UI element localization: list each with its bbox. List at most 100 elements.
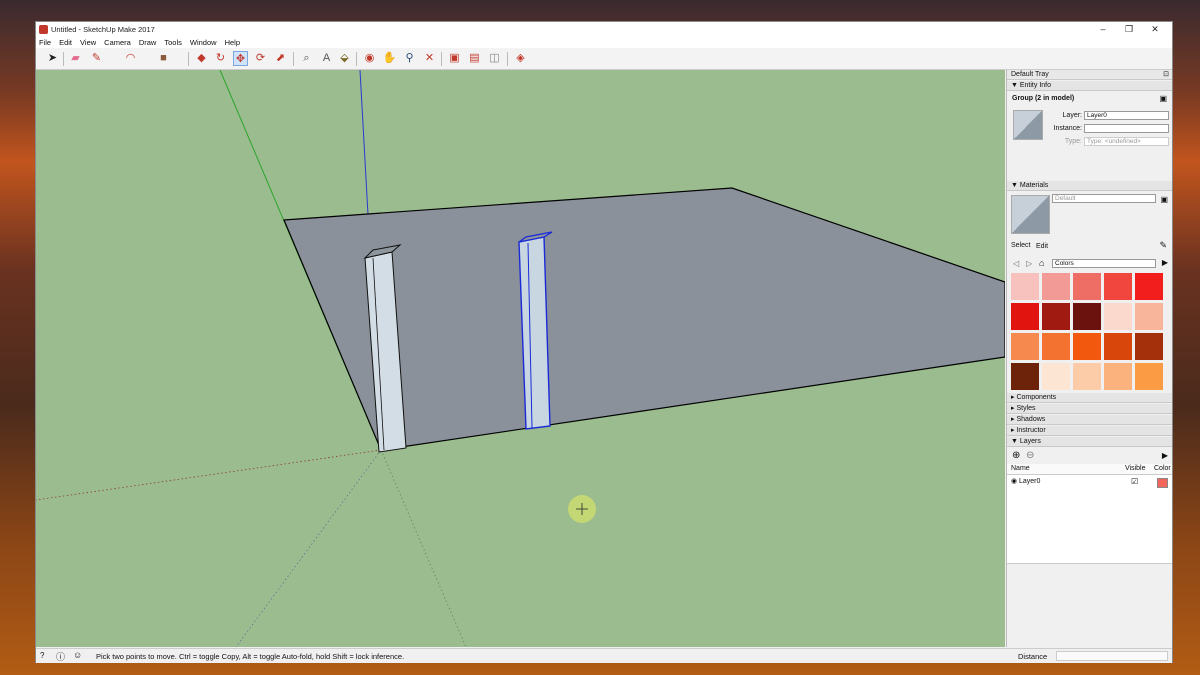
material-swatch[interactable] [1011, 303, 1039, 330]
collapse-icon: ▼ [1011, 438, 1020, 445]
help-icon[interactable]: ? [40, 651, 44, 660]
title-bar: Untitled - SketchUp Make 2017 – ❐ ✕ [36, 22, 1172, 37]
layers-col-visible[interactable]: Visible [1125, 465, 1146, 472]
material-swatch[interactable] [1135, 303, 1163, 330]
select-icon[interactable]: ➤ [45, 51, 60, 66]
menu-file[interactable]: File [39, 37, 51, 48]
extension-warehouse-icon[interactable]: ▤ [467, 51, 482, 66]
rectangle-icon[interactable]: ■ [156, 51, 171, 66]
menu-bar: File Edit View Camera Draw Tools Window … [36, 37, 1172, 48]
measurements-input[interactable] [1056, 651, 1168, 661]
menu-window[interactable]: Window [190, 37, 217, 48]
material-swatch[interactable] [1073, 273, 1101, 300]
remove-layer-icon[interactable]: ⊖ [1026, 450, 1034, 461]
material-swatch[interactable] [1042, 273, 1070, 300]
menu-camera[interactable]: Camera [104, 37, 131, 48]
material-swatch[interactable] [1104, 303, 1132, 330]
materials-header[interactable]: ▼ Materials [1007, 181, 1172, 191]
maximize-button[interactable]: ❐ [1116, 22, 1142, 37]
layers-col-color[interactable]: Color [1154, 465, 1171, 472]
orbit-icon[interactable]: ◉ [362, 51, 377, 66]
paint-bucket-icon[interactable]: ⬙ [337, 51, 352, 66]
material-swatch[interactable] [1073, 363, 1101, 390]
sketchup-window: Untitled - SketchUp Make 2017 – ❐ ✕ File… [35, 21, 1173, 663]
eyedropper-icon[interactable]: ✎ [1159, 240, 1167, 251]
material-swatch[interactable] [1011, 333, 1039, 360]
follow-me-icon[interactable]: ↻ [213, 51, 228, 66]
material-swatch[interactable] [1042, 333, 1070, 360]
layer-row[interactable]: ◉ Layer0 ☑ [1007, 477, 1172, 488]
menu-draw[interactable]: Draw [139, 37, 157, 48]
text-icon[interactable]: A [319, 51, 334, 66]
add-layer-icon[interactable]: ⊕ [1012, 450, 1020, 461]
minimize-button[interactable]: – [1090, 22, 1116, 37]
menu-edit[interactable]: Edit [59, 37, 72, 48]
eraser-icon[interactable]: ▰ [68, 51, 83, 66]
shadows-header[interactable]: ▸ Shadows [1007, 415, 1172, 425]
material-swatch[interactable] [1011, 363, 1039, 390]
menu-view[interactable]: View [80, 37, 96, 48]
zoom-extents-icon[interactable]: ✕ [422, 51, 437, 66]
window-title: Untitled - SketchUp Make 2017 [51, 25, 155, 34]
layout-icon[interactable]: ◫ [487, 51, 502, 66]
blue-axis-dotted [235, 449, 382, 647]
material-swatch[interactable] [1042, 363, 1070, 390]
green-axis-dotted [380, 449, 467, 647]
material-swatch[interactable] [1104, 333, 1132, 360]
home-icon[interactable]: ⌂ [1039, 258, 1044, 268]
collapse-icon: ▼ [1011, 182, 1020, 189]
active-layer-radio-icon[interactable]: ◉ [1011, 477, 1017, 485]
main-toolbar: ➤ ▰ ✎ ◠ ■ ◆ ↻ ✥ ⟳ ⬈ ⌕ A ⬙ ◉ ✋ ⚲ ✕ ▣ ▤ ◫ … [36, 48, 1172, 70]
layer-details-icon[interactable]: ▶ [1162, 451, 1168, 460]
styles-header[interactable]: ▸ Styles [1007, 404, 1172, 414]
instructor-header[interactable]: ▸ Instructor [1007, 426, 1172, 436]
layer-visible-checkbox[interactable]: ☑ [1131, 477, 1138, 486]
material-library-dropdown[interactable]: Colors [1052, 259, 1156, 268]
components-header[interactable]: ▸ Components [1007, 393, 1172, 403]
pencil-icon[interactable]: ✎ [89, 51, 104, 66]
entity-info-header[interactable]: ▼ Entity Info [1007, 81, 1172, 91]
pan-icon[interactable]: ✋ [382, 51, 397, 66]
material-swatch[interactable] [1135, 273, 1163, 300]
type-dropdown[interactable]: Type: <undefined> [1084, 137, 1169, 146]
material-swatch[interactable] [1042, 303, 1070, 330]
menu-tools[interactable]: Tools [164, 37, 182, 48]
details-arrow-icon[interactable]: ▶ [1162, 258, 1168, 267]
material-swatch[interactable] [1104, 273, 1132, 300]
create-material-icon[interactable]: ▣ [1160, 195, 1168, 204]
material-swatch[interactable] [1135, 333, 1163, 360]
warehouse-icon[interactable]: ▣ [447, 51, 462, 66]
layer-dropdown[interactable]: Layer0 [1084, 111, 1169, 120]
push-pull-icon[interactable]: ◆ [194, 51, 209, 66]
layer-name: Layer0 [1019, 478, 1041, 485]
material-preview [1011, 195, 1050, 234]
zoom-icon[interactable]: ⚲ [402, 51, 417, 66]
menu-help[interactable]: Help [225, 37, 240, 48]
tape-measure-icon[interactable]: ⌕ [299, 51, 314, 66]
forward-arrow-icon[interactable]: ▷ [1026, 259, 1032, 268]
close-button[interactable]: ✕ [1142, 22, 1168, 37]
materials-tab-edit[interactable]: Edit [1036, 243, 1048, 250]
material-name-field[interactable]: Default [1052, 194, 1156, 203]
scale-icon[interactable]: ⬈ [273, 51, 288, 66]
instance-input[interactable] [1084, 124, 1169, 133]
move-icon[interactable]: ✥ [233, 51, 248, 66]
credits-icon[interactable]: ☺ [73, 650, 82, 660]
layers-col-name[interactable]: Name [1011, 465, 1030, 472]
layers-header[interactable]: ▼ Layers [1007, 437, 1172, 447]
material-swatch[interactable] [1135, 363, 1163, 390]
arc-icon[interactable]: ◠ [123, 51, 138, 66]
default-tray: Default Tray ⊡ ▼ Entity Info Group (2 in… [1006, 70, 1172, 647]
geo-location-icon[interactable]: ⓘ [56, 650, 65, 663]
material-swatch[interactable] [1073, 333, 1101, 360]
tray-pin-icon[interactable]: ⊡ [1163, 70, 1169, 78]
ruby-icon[interactable]: ◈ [513, 51, 528, 66]
drawing-viewport[interactable] [36, 70, 1005, 647]
materials-tab-select[interactable]: Select [1011, 242, 1030, 249]
rotate-icon[interactable]: ⟳ [253, 51, 268, 66]
material-swatch[interactable] [1011, 273, 1039, 300]
material-swatch[interactable] [1073, 303, 1101, 330]
back-arrow-icon[interactable]: ◁ [1013, 259, 1019, 268]
material-swatch[interactable] [1104, 363, 1132, 390]
layer-color-swatch[interactable] [1157, 478, 1168, 488]
